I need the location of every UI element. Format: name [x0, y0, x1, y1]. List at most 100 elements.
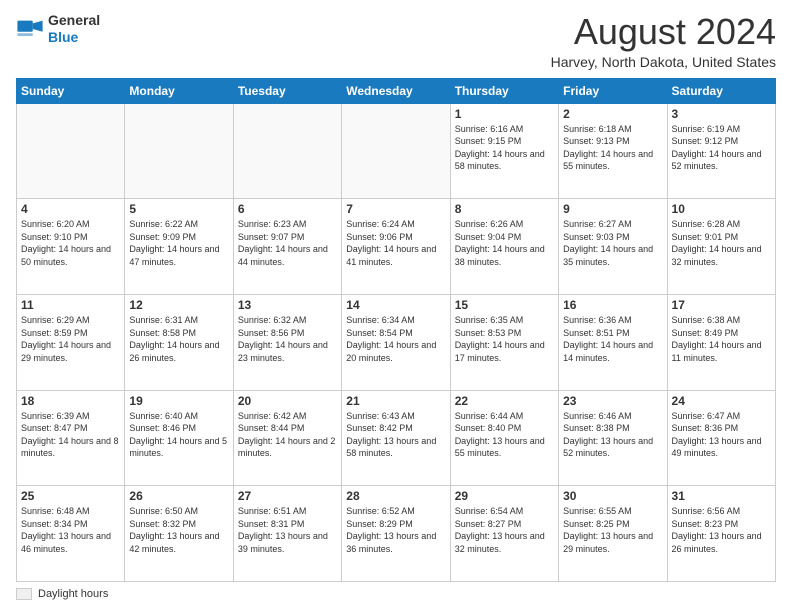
day-number: 11 [21, 298, 120, 312]
day-number: 26 [129, 489, 228, 503]
calendar-cell: 22 Sunrise: 6:44 AM Sunset: 8:40 PM Dayli… [450, 390, 558, 486]
legend-label: Daylight hours [38, 588, 108, 600]
day-info: Sunrise: 6:27 AM Sunset: 9:03 PM Dayligh… [563, 218, 662, 268]
day-number: 7 [346, 202, 445, 216]
col-monday: Monday [125, 78, 233, 103]
day-number: 3 [672, 107, 771, 121]
calendar-cell: 1Sunrise: 6:16 AM Sunset: 9:15 PM Daylig… [450, 103, 558, 199]
calendar-cell [233, 103, 341, 199]
calendar-cell: 29 Sunrise: 6:54 AM Sunset: 8:27 PM Dayli… [450, 486, 558, 582]
calendar-cell: 24 Sunrise: 6:47 AM Sunset: 8:36 PM Dayli… [667, 390, 775, 486]
day-number: 16 [563, 298, 662, 312]
calendar-cell: 21Sunrise: 6:43 AM Sunset: 8:42 PM Dayli… [342, 390, 450, 486]
calendar-week-1: 4Sunrise: 6:20 AM Sunset: 9:10 PM Daylig… [17, 199, 776, 295]
day-number: 25 [21, 489, 120, 503]
day-number: 18 [21, 394, 120, 408]
day-number: 24 [672, 394, 771, 408]
calendar-week-4: 25 Sunrise: 6:48 AM Sunset: 8:34 PM Dayli… [17, 486, 776, 582]
day-info: Sunrise: 6:39 AM Sunset: 8:47 PM Dayligh… [21, 410, 120, 460]
day-info: Sunrise: 6:38 AM Sunset: 8:49 PM Dayligh… [672, 314, 771, 364]
day-info: Sunrise: 6:19 AM Sunset: 9:12 PM Dayligh… [672, 123, 771, 173]
col-friday: Friday [559, 78, 667, 103]
calendar-week-2: 11 Sunrise: 6:29 AM Sunset: 8:59 PM Dayli… [17, 294, 776, 390]
logo-general: General [48, 12, 100, 28]
day-number: 19 [129, 394, 228, 408]
header: General Blue August 2024 Harvey, North D… [16, 12, 776, 70]
calendar-cell: 30 Sunrise: 6:55 AM Sunset: 8:25 PM Dayli… [559, 486, 667, 582]
calendar-week-3: 18 Sunrise: 6:39 AM Sunset: 8:47 PM Dayli… [17, 390, 776, 486]
day-info: Sunrise: 6:40 AM Sunset: 8:46 PM Dayligh… [129, 410, 228, 460]
calendar-cell: 15Sunrise: 6:35 AM Sunset: 8:53 PM Dayli… [450, 294, 558, 390]
calendar-week-0: 1Sunrise: 6:16 AM Sunset: 9:15 PM Daylig… [17, 103, 776, 199]
day-info: Sunrise: 6:55 AM Sunset: 8:25 PM Dayligh… [563, 505, 662, 555]
col-tuesday: Tuesday [233, 78, 341, 103]
day-info: Sunrise: 6:54 AM Sunset: 8:27 PM Dayligh… [455, 505, 554, 555]
page: General Blue August 2024 Harvey, North D… [0, 0, 792, 612]
calendar-cell: 28Sunrise: 6:52 AM Sunset: 8:29 PM Dayli… [342, 486, 450, 582]
day-number: 28 [346, 489, 445, 503]
calendar-cell: 13 Sunrise: 6:32 AM Sunset: 8:56 PM Dayli… [233, 294, 341, 390]
legend: Daylight hours [16, 588, 776, 600]
day-info: Sunrise: 6:47 AM Sunset: 8:36 PM Dayligh… [672, 410, 771, 460]
day-info: Sunrise: 6:22 AM Sunset: 9:09 PM Dayligh… [129, 218, 228, 268]
logo-text: General Blue [48, 12, 100, 46]
calendar-cell: 4Sunrise: 6:20 AM Sunset: 9:10 PM Daylig… [17, 199, 125, 295]
col-sunday: Sunday [17, 78, 125, 103]
title-section: August 2024 Harvey, North Dakota, United… [551, 12, 776, 70]
day-info: Sunrise: 6:29 AM Sunset: 8:59 PM Dayligh… [21, 314, 120, 364]
day-number: 27 [238, 489, 337, 503]
day-info: Sunrise: 6:28 AM Sunset: 9:01 PM Dayligh… [672, 218, 771, 268]
day-number: 15 [455, 298, 554, 312]
day-info: Sunrise: 6:20 AM Sunset: 9:10 PM Dayligh… [21, 218, 120, 268]
day-info: Sunrise: 6:32 AM Sunset: 8:56 PM Dayligh… [238, 314, 337, 364]
col-thursday: Thursday [450, 78, 558, 103]
calendar-cell: 10 Sunrise: 6:28 AM Sunset: 9:01 PM Dayli… [667, 199, 775, 295]
calendar-cell: 7Sunrise: 6:24 AM Sunset: 9:06 PM Daylig… [342, 199, 450, 295]
day-info: Sunrise: 6:50 AM Sunset: 8:32 PM Dayligh… [129, 505, 228, 555]
day-number: 17 [672, 298, 771, 312]
day-info: Sunrise: 6:44 AM Sunset: 8:40 PM Dayligh… [455, 410, 554, 460]
calendar-cell: 26 Sunrise: 6:50 AM Sunset: 8:32 PM Dayli… [125, 486, 233, 582]
calendar-cell: 8 Sunrise: 6:26 AM Sunset: 9:04 PM Daylig… [450, 199, 558, 295]
day-number: 20 [238, 394, 337, 408]
calendar-cell: 19 Sunrise: 6:40 AM Sunset: 8:46 PM Dayli… [125, 390, 233, 486]
calendar-cell [17, 103, 125, 199]
calendar-cell [342, 103, 450, 199]
day-number: 21 [346, 394, 445, 408]
calendar-cell: 25 Sunrise: 6:48 AM Sunset: 8:34 PM Dayli… [17, 486, 125, 582]
calendar-header-row: Sunday Monday Tuesday Wednesday Thursday… [17, 78, 776, 103]
day-info: Sunrise: 6:26 AM Sunset: 9:04 PM Dayligh… [455, 218, 554, 268]
day-info: Sunrise: 6:18 AM Sunset: 9:13 PM Dayligh… [563, 123, 662, 173]
location: Harvey, North Dakota, United States [551, 54, 776, 70]
calendar-cell: 12Sunrise: 6:31 AM Sunset: 8:58 PM Dayli… [125, 294, 233, 390]
calendar-cell: 23 Sunrise: 6:46 AM Sunset: 8:38 PM Dayli… [559, 390, 667, 486]
day-info: Sunrise: 6:23 AM Sunset: 9:07 PM Dayligh… [238, 218, 337, 268]
calendar-cell: 6 Sunrise: 6:23 AM Sunset: 9:07 PM Daylig… [233, 199, 341, 295]
calendar-cell [125, 103, 233, 199]
col-wednesday: Wednesday [342, 78, 450, 103]
day-number: 6 [238, 202, 337, 216]
day-info: Sunrise: 6:48 AM Sunset: 8:34 PM Dayligh… [21, 505, 120, 555]
calendar-cell: 11 Sunrise: 6:29 AM Sunset: 8:59 PM Dayli… [17, 294, 125, 390]
day-number: 23 [563, 394, 662, 408]
calendar-cell: 17 Sunrise: 6:38 AM Sunset: 8:49 PM Dayli… [667, 294, 775, 390]
day-info: Sunrise: 6:34 AM Sunset: 8:54 PM Dayligh… [346, 314, 445, 364]
month-title: August 2024 [551, 12, 776, 52]
calendar-cell: 20 Sunrise: 6:42 AM Sunset: 8:44 PM Dayli… [233, 390, 341, 486]
day-info: Sunrise: 6:46 AM Sunset: 8:38 PM Dayligh… [563, 410, 662, 460]
day-info: Sunrise: 6:42 AM Sunset: 8:44 PM Dayligh… [238, 410, 337, 460]
day-number: 8 [455, 202, 554, 216]
day-info: Sunrise: 6:31 AM Sunset: 8:58 PM Dayligh… [129, 314, 228, 364]
day-number: 29 [455, 489, 554, 503]
calendar-cell: 31Sunrise: 6:56 AM Sunset: 8:23 PM Dayli… [667, 486, 775, 582]
calendar: Sunday Monday Tuesday Wednesday Thursday… [16, 78, 776, 582]
col-saturday: Saturday [667, 78, 775, 103]
calendar-cell: 3 Sunrise: 6:19 AM Sunset: 9:12 PM Daylig… [667, 103, 775, 199]
day-number: 5 [129, 202, 228, 216]
day-number: 30 [563, 489, 662, 503]
day-number: 2 [563, 107, 662, 121]
day-number: 13 [238, 298, 337, 312]
day-number: 10 [672, 202, 771, 216]
day-info: Sunrise: 6:51 AM Sunset: 8:31 PM Dayligh… [238, 505, 337, 555]
day-number: 22 [455, 394, 554, 408]
